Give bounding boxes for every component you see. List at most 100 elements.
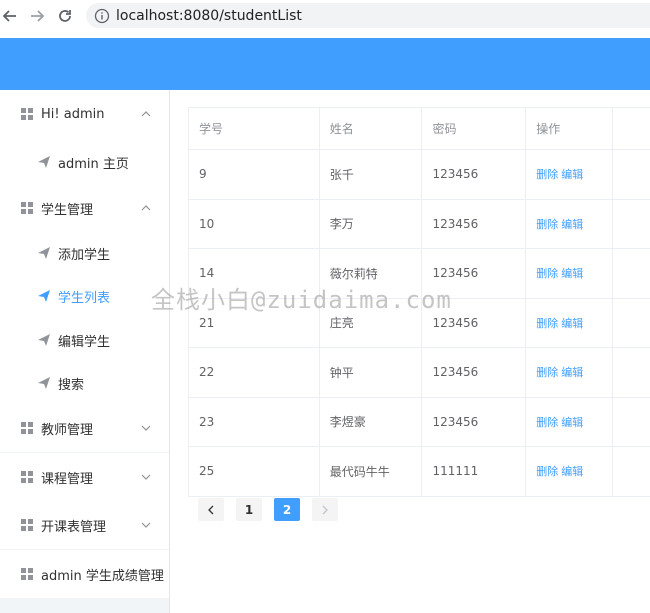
grid-icon <box>21 471 33 483</box>
reload-button[interactable] <box>52 3 78 29</box>
chevron-up-icon <box>141 111 151 117</box>
sidebar-item-label: admin 主页 <box>58 156 129 172</box>
column-header: 密码 <box>422 108 527 149</box>
actions-cell: 删除 编辑 <box>526 397 614 446</box>
grid-icon <box>21 568 33 580</box>
edit-link[interactable]: 编辑 <box>561 166 583 182</box>
edit-link[interactable]: 编辑 <box>561 463 583 479</box>
actions-cell: 删除 编辑 <box>526 348 614 397</box>
delete-link[interactable]: 删除 <box>536 265 558 281</box>
chevron-down-icon <box>141 474 151 480</box>
student-id-cell: 10 <box>189 199 320 248</box>
student-password-cell: 123456 <box>422 397 527 446</box>
sidebar-group-hi-admin[interactable]: Hi! admin <box>0 90 169 138</box>
sidebar-group-course-schedule[interactable]: 开课表管理 <box>0 501 169 549</box>
browser-toolbar: localhost:8080/studentList <box>0 0 650 32</box>
student-password-cell: 123456 <box>422 348 527 397</box>
sidebar: Hi! admin admin 主页 学生管理 添加学生 学生列表 编辑学生 搜… <box>0 90 170 613</box>
next-page-button[interactable] <box>312 498 338 521</box>
table-header-row: 学号 姓名 密码 操作 <box>189 108 650 150</box>
table-row: 25 最代码牛牛 111111 删除 编辑 <box>189 447 650 497</box>
sidebar-item-label: Hi! admin <box>41 106 105 122</box>
edit-link[interactable]: 编辑 <box>561 216 583 232</box>
sidebar-group-student-management[interactable]: 学生管理 <box>0 184 169 232</box>
spacer-cell <box>613 447 650 496</box>
arrow-right-icon <box>31 10 45 22</box>
back-button[interactable] <box>0 3 23 29</box>
spacer-cell <box>613 348 650 397</box>
paper-plane-icon <box>38 247 50 259</box>
arrow-left-icon <box>2 10 16 22</box>
sidebar-item-search[interactable]: 搜索 <box>0 359 169 407</box>
edit-link[interactable]: 编辑 <box>561 364 583 380</box>
sidebar-item-admin-home[interactable]: admin 主页 <box>0 138 169 186</box>
chevron-down-icon <box>141 425 151 431</box>
student-name-cell: 最代码牛牛 <box>320 447 423 496</box>
sidebar-item-label: 编辑学生 <box>58 334 111 350</box>
sidebar-item-label: admin 学生成绩管理 <box>41 568 164 584</box>
sidebar-item-label: 搜索 <box>58 377 85 393</box>
forward-button[interactable] <box>24 3 50 29</box>
sidebar-group-teacher-management[interactable]: 教师管理 <box>0 404 169 452</box>
spacer-cell <box>613 398 650 447</box>
sidebar-item-edit-student[interactable]: 编辑学生 <box>0 316 169 364</box>
page-button[interactable]: 1 <box>236 498 262 521</box>
sidebar-item-add-student[interactable]: 添加学生 <box>0 229 169 277</box>
chevron-right-icon <box>322 505 328 514</box>
chevron-down-icon <box>141 522 151 528</box>
edit-link[interactable]: 编辑 <box>561 265 583 281</box>
delete-link[interactable]: 删除 <box>536 216 558 232</box>
grid-icon <box>21 422 33 434</box>
delete-link[interactable]: 删除 <box>536 414 558 430</box>
student-name-cell: 张千 <box>320 150 423 199</box>
student-password-cell: 111111 <box>422 447 527 496</box>
main-content: 学号 姓名 密码 操作 9 张千 123456 删除 编辑 10 李万 1234… <box>170 90 650 613</box>
actions-cell: 删除 编辑 <box>526 249 614 298</box>
spacer-cell <box>613 200 650 249</box>
edit-link[interactable]: 编辑 <box>561 414 583 430</box>
table-row: 22 钟平 123456 删除 编辑 <box>189 348 650 398</box>
address-bar[interactable]: localhost:8080/studentList <box>86 3 650 28</box>
sidebar-group-course-management[interactable]: 课程管理 <box>0 453 169 501</box>
paper-plane-icon <box>38 156 50 168</box>
sidebar-group-score-management[interactable]: admin 学生成绩管理 <box>0 550 169 598</box>
edit-link[interactable]: 编辑 <box>561 315 583 331</box>
sidebar-item-label: 添加学生 <box>58 247 111 263</box>
url-text: localhost:8080/studentList <box>116 7 302 24</box>
actions-cell: 删除 编辑 <box>526 150 614 199</box>
table-row: 9 张千 123456 删除 编辑 <box>189 150 650 200</box>
delete-link[interactable]: 删除 <box>536 315 558 331</box>
paper-plane-icon <box>38 377 50 389</box>
delete-link[interactable]: 删除 <box>536 463 558 479</box>
table-row: 10 李万 123456 删除 编辑 <box>189 199 650 249</box>
grid-icon <box>21 108 33 120</box>
spacer-cell <box>613 299 650 348</box>
student-id-cell: 25 <box>189 447 320 496</box>
sidebar-item-label: 学生列表 <box>58 290 111 306</box>
sidebar-item-label: 课程管理 <box>41 471 94 487</box>
sidebar-item-student-list[interactable]: 学生列表 <box>0 272 169 320</box>
sidebar-item-label: 学生管理 <box>41 202 94 218</box>
column-header: 操作 <box>526 108 614 149</box>
pagination: 1 2 <box>198 498 350 521</box>
student-password-cell: 123456 <box>422 199 527 248</box>
info-icon <box>94 8 110 23</box>
delete-link[interactable]: 删除 <box>536 364 558 380</box>
page-button-current[interactable]: 2 <box>274 498 300 521</box>
delete-link[interactable]: 删除 <box>536 166 558 182</box>
student-id-cell: 22 <box>189 348 320 397</box>
student-id-cell: 9 <box>189 150 320 199</box>
sidebar-item-label: 开课表管理 <box>41 519 107 535</box>
student-id-cell: 23 <box>189 397 320 446</box>
watermark-text: 全栈小白@zuidaima.com <box>151 286 452 314</box>
actions-cell: 删除 编辑 <box>526 447 614 496</box>
student-name-cell: 李煜豪 <box>320 397 423 446</box>
spacer-cell <box>613 249 650 298</box>
grid-icon <box>21 519 33 531</box>
student-name-cell: 李万 <box>320 199 423 248</box>
app-header <box>0 38 650 90</box>
student-password-cell: 123456 <box>422 150 527 199</box>
prev-page-button[interactable] <box>198 498 224 521</box>
column-header: 学号 <box>189 108 320 149</box>
chevron-left-icon <box>208 505 214 514</box>
